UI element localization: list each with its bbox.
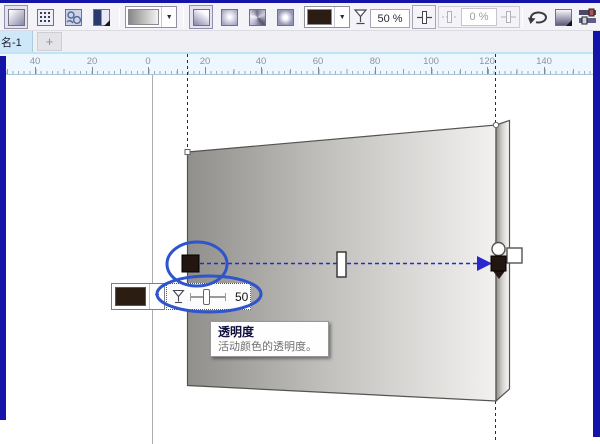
toolbar-separator (522, 7, 523, 27)
linear-fountain-button[interactable] (189, 5, 213, 29)
transparency-glass-icon (353, 8, 368, 26)
linear-gradient-icon (192, 8, 210, 26)
ruler-major-tick (487, 67, 488, 74)
horizontal-ruler: 40 20 0 20 40 60 80 100 120 140 (0, 52, 600, 75)
ruler-tick-label: 20 (199, 56, 211, 67)
ruler-major-tick (148, 67, 149, 74)
tooltip-title: 透明度 (218, 325, 255, 339)
ruler-major-tick (92, 67, 93, 74)
freeze-transparency-button[interactable] (527, 8, 548, 26)
ruler-major-tick (431, 67, 432, 74)
elliptical-fountain-button[interactable] (217, 5, 241, 29)
node-transparency-flyout[interactable]: 50 (166, 283, 251, 310)
node-transparency-value[interactable]: 50 (235, 290, 248, 304)
chevron-down-icon[interactable]: ▼ (149, 284, 164, 309)
flyout-corner-arrow-icon (103, 19, 110, 26)
pattern-transparency-button[interactable] (33, 5, 57, 29)
rotate-loop-icon (528, 11, 547, 24)
merge-mode-flyout-button[interactable] (89, 5, 113, 29)
fade-slider-icon (442, 11, 457, 23)
fountain-transparency-button[interactable] (4, 5, 28, 29)
transparency-settings-button[interactable] (579, 8, 597, 25)
rectangular-gradient-icon (276, 8, 294, 26)
chevron-down-icon[interactable]: ▼ (334, 7, 349, 27)
transparency-midpoint-slider-button[interactable] (412, 5, 436, 29)
ruler-major-tick (205, 67, 206, 74)
drawing-canvas[interactable] (0, 75, 600, 444)
slider-end-tick (190, 292, 191, 301)
toolbar-separator (299, 7, 300, 27)
window-right-border (593, 31, 600, 437)
levels-adjust-icon (579, 8, 596, 25)
gradient-preview-icon (128, 9, 160, 25)
ruler-major-tick (318, 67, 319, 74)
texture-swirl-icon (64, 8, 82, 26)
document-tab-bar: 名-1 + (0, 31, 600, 52)
edit-transparency-button[interactable] (551, 5, 575, 29)
toolbar-separator (183, 7, 184, 27)
window-top-border (0, 0, 600, 3)
fade-handle-icon (501, 11, 516, 23)
ruler-tick-label: 120 (479, 56, 495, 67)
ruler-major-tick (261, 67, 262, 74)
ruler-major-tick (375, 67, 376, 74)
node-color-dropdown[interactable]: ▼ (304, 6, 350, 28)
tooltip: 透明度 活动颜色的透明度。 (210, 321, 329, 357)
ruler-major-tick (544, 67, 545, 74)
transparency-glass-icon (172, 289, 185, 303)
conical-gradient-icon (248, 8, 266, 26)
ruler-tick-label: 100 (423, 56, 439, 67)
fountain-transparency-icon (7, 8, 25, 26)
chevron-down-icon[interactable]: ▼ (161, 7, 176, 27)
ruler-tick-label: 0 (145, 56, 151, 67)
flyout-corner-arrow-icon (565, 19, 572, 26)
ruler-medium-ticks (6, 69, 600, 74)
ruler-tick-label: 20 (86, 56, 98, 67)
tooltip-description: 活动颜色的透明度。 (218, 341, 317, 353)
gradient-edit-icon (554, 8, 572, 26)
window-left-border (0, 56, 6, 420)
ruler-tick-label: 40 (29, 56, 41, 67)
rectangular-fountain-button[interactable] (273, 5, 297, 29)
elliptical-gradient-icon (220, 8, 238, 26)
transparency-value-spinner[interactable]: 50 % (370, 9, 410, 28)
slider-end-tick (225, 292, 226, 301)
ruler-major-tick (35, 67, 36, 74)
slider-handle[interactable] (203, 288, 210, 305)
two-tone-split-icon (92, 8, 110, 26)
transparency-property-bar: ▼ ▼ 50 % 0 % (0, 3, 600, 31)
ruler-tick-label: 140 (536, 56, 552, 67)
node-color-swatch (307, 9, 333, 25)
new-tab-button[interactable]: + (37, 32, 62, 51)
node-color-flyout[interactable]: ▼ (111, 283, 165, 310)
texture-transparency-button[interactable] (61, 5, 85, 29)
transparency-picker-dropdown[interactable]: ▼ (125, 6, 177, 28)
node-transparency-slider[interactable] (190, 288, 226, 305)
fade-value-spinner: 0 % (461, 8, 497, 26)
active-color-swatch[interactable] (115, 287, 146, 306)
pattern-grid-icon (36, 8, 54, 26)
ruler-tick-label: 60 (312, 56, 324, 67)
tab-document[interactable]: 名-1 (0, 31, 33, 52)
toolbar-separator (119, 7, 120, 27)
ruler-tick-label: 40 (255, 56, 267, 67)
conical-fountain-button[interactable] (245, 5, 269, 29)
fade-group-disabled: 0 % (438, 6, 520, 28)
slider-handle-icon (416, 10, 432, 24)
ruler-tick-label: 80 (369, 56, 381, 67)
application-window: ▼ ▼ 50 % 0 % 名-1 + 40 20 0 20 40 60 80 1… (0, 0, 600, 444)
